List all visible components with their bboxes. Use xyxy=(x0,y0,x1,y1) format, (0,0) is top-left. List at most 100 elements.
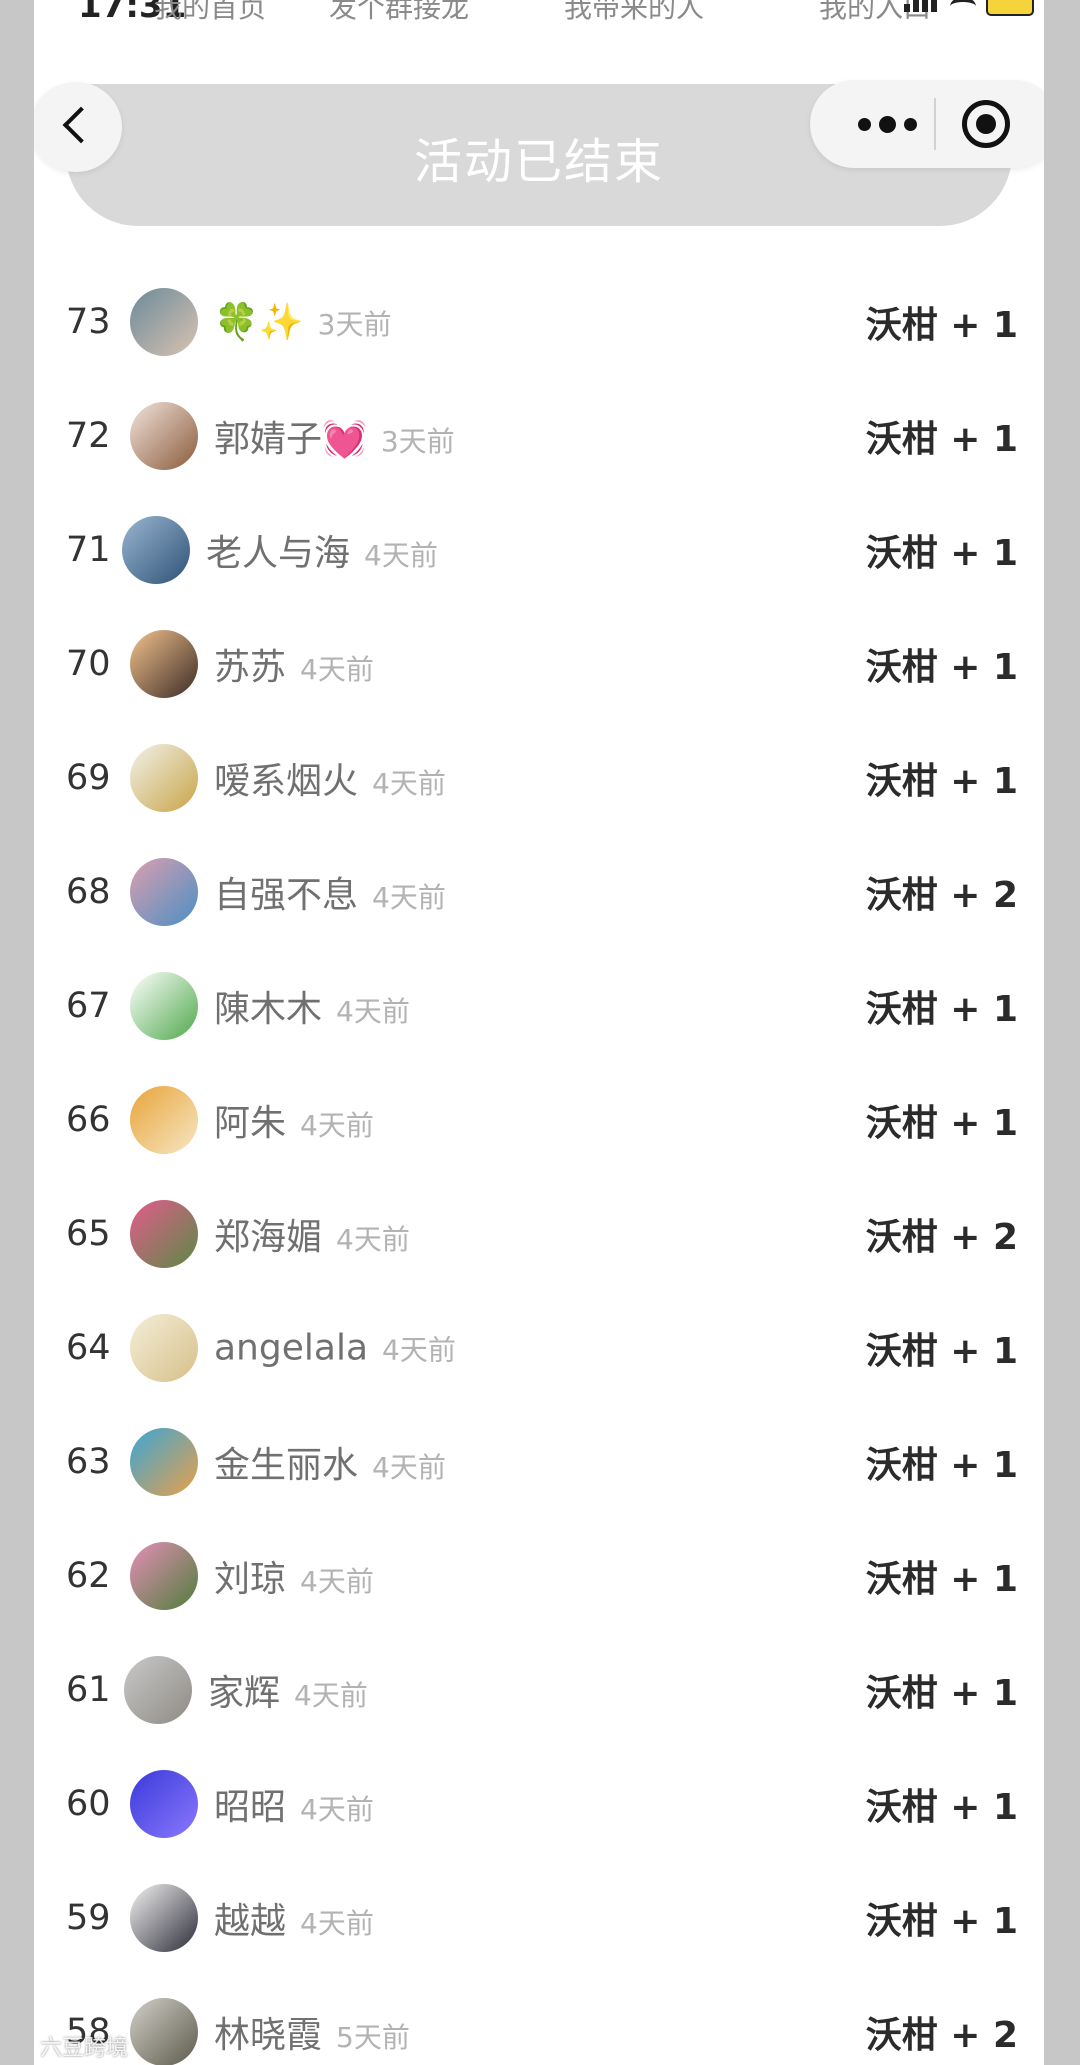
entry-time-ago: 4天前 xyxy=(372,1451,446,1484)
entry-name-text: 嗳系烟火 xyxy=(214,761,359,802)
entry-name: 自强不息 4天前 xyxy=(214,866,446,918)
entry-name: 家辉 4天前 xyxy=(208,1664,368,1716)
list-item[interactable]: 63 金生丽水 4天前 沃柑 + 1 xyxy=(34,1406,1044,1518)
target-circle-icon[interactable] xyxy=(962,100,1010,148)
list-item[interactable]: 58 林晓霞 5天前 沃柑 + 2 xyxy=(34,1976,1044,2065)
list-item[interactable]: 61 家辉 4天前 沃柑 + 1 xyxy=(34,1634,1044,1746)
entry-amount: 沃柑 + 1 xyxy=(865,1445,1018,1486)
avatar[interactable] xyxy=(130,972,198,1040)
capsule-divider xyxy=(934,98,936,150)
entry-name: 嗳系烟火 4天前 xyxy=(214,752,446,804)
entry-name-text: 金生丽水 xyxy=(214,1445,359,1486)
entry-amount: 沃柑 + 2 xyxy=(865,1217,1018,1258)
entry-number: 72 xyxy=(66,416,111,456)
mini-program-capsule xyxy=(810,80,1044,168)
entry-name: 昭昭 4天前 xyxy=(214,1778,374,1830)
entry-amount: 沃柑 + 1 xyxy=(865,419,1018,460)
battery-icon xyxy=(986,0,1034,16)
entry-name: 金生丽水 4天前 xyxy=(214,1436,446,1488)
avatar[interactable] xyxy=(130,744,198,812)
entry-time-ago: 4天前 xyxy=(300,1793,374,1826)
avatar[interactable] xyxy=(130,858,198,926)
avatar[interactable] xyxy=(130,1884,198,1952)
entry-name: 苏苏 4天前 xyxy=(214,638,374,690)
entry-time-ago: 4天前 xyxy=(364,539,438,572)
entry-name: 🍀✨ 3天前 xyxy=(214,301,391,343)
entry-number: 68 xyxy=(66,872,111,912)
entry-amount: 沃柑 + 1 xyxy=(865,1331,1018,1372)
page: 17:31 我的首页 发个群接龙 我带来的人 我的入口 活动已结束 73 🍀✨ 3天… xyxy=(34,0,1044,2065)
entry-time-ago: 3天前 xyxy=(317,308,392,341)
entry-name: 老人与海 4天前 xyxy=(206,524,438,576)
list-item[interactable]: 71 老人与海 4天前 沃柑 + 1 xyxy=(34,494,1044,606)
list-item[interactable]: 69 嗳系烟火 4天前 沃柑 + 1 xyxy=(34,722,1044,834)
entry-emoji: 🍀✨ xyxy=(214,302,304,343)
entry-amount: 沃柑 + 1 xyxy=(865,1901,1018,1942)
avatar[interactable] xyxy=(124,1656,192,1724)
list-item[interactable]: 67 陳木木 4天前 沃柑 + 1 xyxy=(34,950,1044,1062)
avatar[interactable] xyxy=(130,1542,198,1610)
entry-name: 郭婧子💓 3天前 xyxy=(214,410,455,462)
entry-number: 63 xyxy=(66,1442,111,1482)
entry-number: 67 xyxy=(66,986,111,1026)
list-item[interactable]: 68 自强不息 4天前 沃柑 + 2 xyxy=(34,836,1044,948)
entry-number: 70 xyxy=(66,644,111,684)
avatar[interactable] xyxy=(130,1200,198,1268)
entry-name-text: 林晓霞 xyxy=(214,2015,323,2056)
entry-time-ago: 4天前 xyxy=(300,1565,374,1598)
list-item[interactable]: 70 苏苏 4天前 沃柑 + 1 xyxy=(34,608,1044,720)
avatar[interactable] xyxy=(130,1086,198,1154)
list-item[interactable]: 62 刘琼 4天前 沃柑 + 1 xyxy=(34,1520,1044,1632)
status-bar: 17:31 我的首页 发个群接龙 我带来的人 我的入口 xyxy=(34,0,1044,26)
more-dots-icon[interactable] xyxy=(858,116,917,133)
entry-amount: 沃柑 + 1 xyxy=(865,305,1018,346)
avatar[interactable] xyxy=(130,1314,198,1382)
wifi-icon xyxy=(950,0,976,16)
tab-referrals[interactable]: 我带来的人 xyxy=(564,0,704,26)
entry-name-text: 苏苏 xyxy=(214,647,287,688)
chevron-left-icon xyxy=(62,106,100,144)
entry-name: angelala 4天前 xyxy=(214,1328,456,1369)
entry-number: 62 xyxy=(66,1556,111,1596)
entry-time-ago: 3天前 xyxy=(380,425,455,458)
avatar[interactable] xyxy=(122,516,190,584)
list-item[interactable]: 65 郑海媚 4天前 沃柑 + 2 xyxy=(34,1178,1044,1290)
entry-name: 刘琼 4天前 xyxy=(214,1550,374,1602)
entry-time-ago: 4天前 xyxy=(300,1907,374,1940)
entry-emoji: 💓 xyxy=(322,419,367,460)
entry-time-ago: 4天前 xyxy=(294,1679,368,1712)
tab-home[interactable]: 我的首页 xyxy=(154,0,266,26)
list-item[interactable]: 73 🍀✨ 3天前 沃柑 + 1 xyxy=(34,266,1044,378)
entry-name: 阿朱 4天前 xyxy=(214,1094,374,1146)
avatar[interactable] xyxy=(130,402,198,470)
list-item[interactable]: 72 郭婧子💓 3天前 沃柑 + 1 xyxy=(34,380,1044,492)
entry-amount: 沃柑 + 1 xyxy=(865,1787,1018,1828)
entry-name: 郑海媚 4天前 xyxy=(214,1208,410,1260)
entry-amount: 沃柑 + 1 xyxy=(865,989,1018,1030)
entry-name: 林晓霞 5天前 xyxy=(214,2006,410,2058)
system-icons xyxy=(904,0,1034,16)
entry-name-text: 郭婧子 xyxy=(214,419,323,460)
entry-name-text: 昭昭 xyxy=(214,1787,287,1828)
avatar[interactable] xyxy=(130,630,198,698)
entry-name-text: 郑海媚 xyxy=(214,1217,323,1258)
avatar[interactable] xyxy=(130,288,198,356)
list-item[interactable]: 59 越越 4天前 沃柑 + 1 xyxy=(34,1862,1044,1974)
entry-amount: 沃柑 + 1 xyxy=(865,647,1018,688)
entry-number: 65 xyxy=(66,1214,111,1254)
entry-time-ago: 4天前 xyxy=(300,1109,374,1142)
entry-amount: 沃柑 + 1 xyxy=(865,1559,1018,1600)
list-item[interactable]: 64 angelala 4天前 沃柑 + 1 xyxy=(34,1292,1044,1404)
avatar[interactable] xyxy=(130,1770,198,1838)
list-item[interactable]: 66 阿朱 4天前 沃柑 + 1 xyxy=(34,1064,1044,1176)
avatar[interactable] xyxy=(130,1998,198,2065)
entry-amount: 沃柑 + 1 xyxy=(865,1103,1018,1144)
back-button[interactable] xyxy=(34,82,122,172)
tab-create-group[interactable]: 发个群接龙 xyxy=(329,0,469,26)
avatar[interactable] xyxy=(130,1428,198,1496)
list-item[interactable]: 60 昭昭 4天前 沃柑 + 1 xyxy=(34,1748,1044,1860)
entry-number: 64 xyxy=(66,1328,111,1368)
signal-icon xyxy=(904,0,940,16)
entry-name-text: 老人与海 xyxy=(206,533,351,574)
entry-number: 60 xyxy=(66,1784,111,1824)
